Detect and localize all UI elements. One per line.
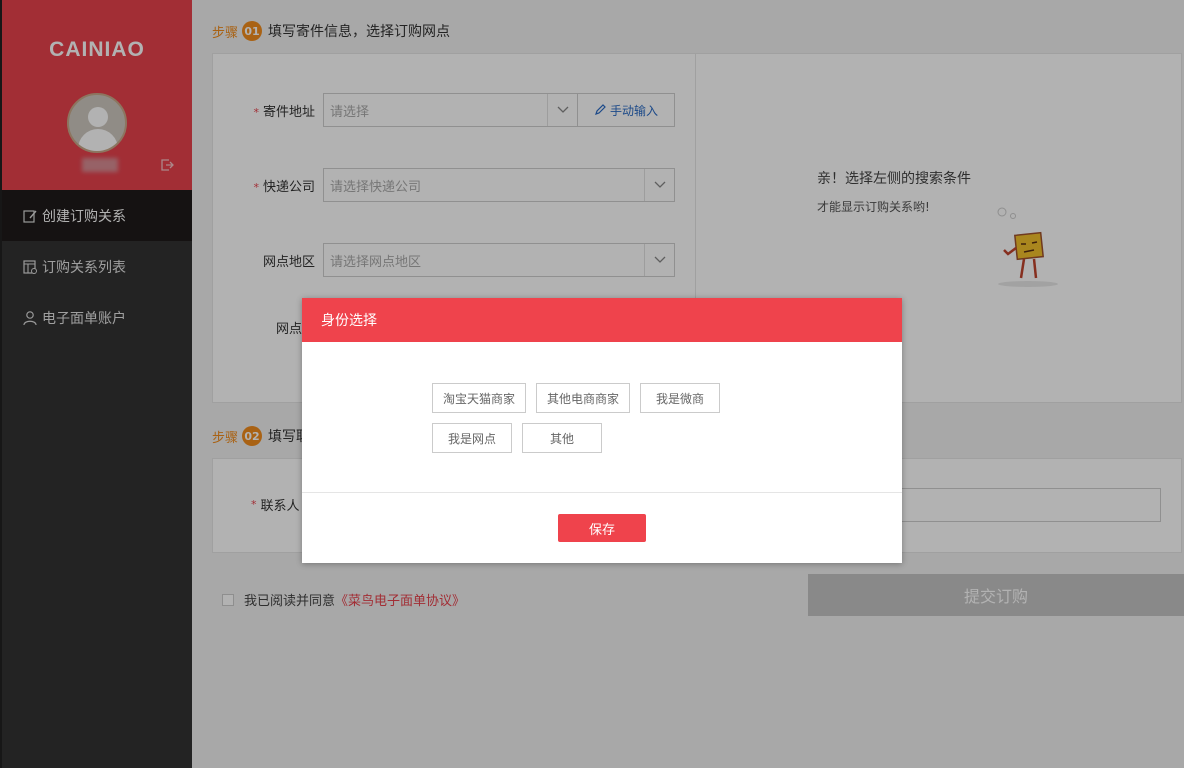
option-other-ecommerce-merchant[interactable]: 其他电商商家 bbox=[536, 383, 630, 413]
save-button[interactable]: 保存 bbox=[558, 514, 646, 542]
modal-title: 身份选择 bbox=[302, 298, 902, 342]
modal-body: 淘宝天猫商家 其他电商商家 我是微商 我是网点 其他 bbox=[302, 342, 902, 493]
option-wechat-merchant[interactable]: 我是微商 bbox=[640, 383, 720, 413]
option-outlet[interactable]: 我是网点 bbox=[432, 423, 512, 453]
option-other[interactable]: 其他 bbox=[522, 423, 602, 453]
identity-modal: 身份选择 淘宝天猫商家 其他电商商家 我是微商 我是网点 其他 保存 bbox=[302, 298, 902, 563]
option-taobao-tmall-merchant[interactable]: 淘宝天猫商家 bbox=[432, 383, 526, 413]
